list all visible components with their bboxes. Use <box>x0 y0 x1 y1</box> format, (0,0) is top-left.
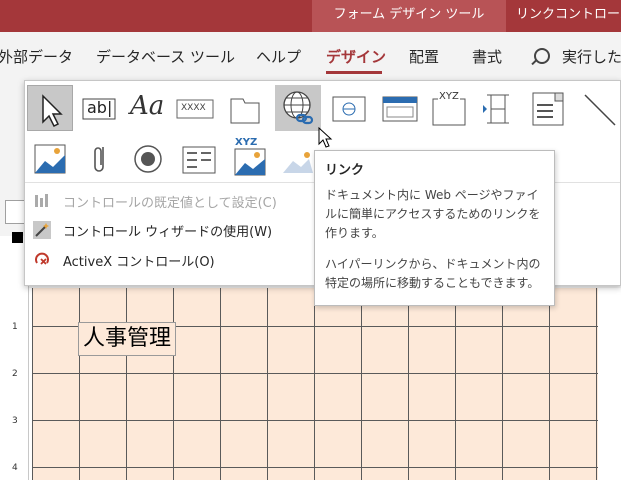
context-tab-form-design-tools[interactable]: フォーム デザイン ツール <box>312 0 506 32</box>
tab-control-icon[interactable] <box>221 85 267 131</box>
title-bar: フォーム デザイン ツール リンクコントロール <box>0 0 621 32</box>
button-icon[interactable]: XXXX <box>171 85 217 131</box>
menu-set-control-defaults[interactable]: コントロールの既定値として設定(C) <box>29 188 319 214</box>
menu-label: コントロール ウィザードの使用(W) <box>63 225 273 240</box>
tooltip-description-2: ハイパーリンクから、ドキュメント内の特定の場所に移動することもできます。 <box>325 257 541 290</box>
tab-help[interactable]: ヘルプ <box>256 46 301 67</box>
list-box-icon[interactable] <box>175 135 221 181</box>
ruler-number: 2 <box>12 369 18 379</box>
combo-box-icon[interactable] <box>525 85 571 131</box>
menu-activex-controls[interactable]: ActiveX コントロール(O) <box>29 247 319 273</box>
tab-database-tools[interactable]: データベース ツール <box>96 46 235 67</box>
search-icon <box>534 48 550 64</box>
option-group-icon[interactable]: XYZ <box>425 85 471 131</box>
hyperlink-tooltip: リンク ドキュメント内に Web ページやファイルに簡単にアクセスするためのリン… <box>314 150 555 306</box>
option-button-icon[interactable] <box>125 135 171 181</box>
mouse-cursor-icon <box>318 127 333 148</box>
ruler-number: 4 <box>12 463 18 473</box>
menu-use-control-wizards[interactable]: コントロール ウィザードの使用(W) <box>29 217 319 243</box>
ribbon-tabs: 外部データ データベース ツール ヘルプ デザイン 配置 書式 実行したい <box>0 32 621 78</box>
context-tab-link-control[interactable]: リンクコントロール <box>506 0 621 32</box>
menu-label: コントロールの既定値として設定(C) <box>63 196 277 211</box>
attachment-icon[interactable] <box>77 135 123 181</box>
set-defaults-icon <box>35 194 48 207</box>
label-icon[interactable]: Aa <box>123 85 169 131</box>
web-browser-icon[interactable] <box>325 85 371 131</box>
tab-design[interactable]: デザイン <box>326 46 386 67</box>
tab-arrange[interactable]: 配置 <box>409 46 439 67</box>
tooltip-title: リンク <box>325 163 365 178</box>
chart-icon[interactable] <box>27 135 73 181</box>
line-icon[interactable] <box>575 85 621 131</box>
active-tab-underline <box>326 71 382 74</box>
page-break-icon[interactable] <box>475 85 521 131</box>
tab-format[interactable]: 書式 <box>472 46 502 67</box>
form-selector[interactable] <box>12 232 23 243</box>
form-right-margin <box>598 288 621 480</box>
form-title-label[interactable]: 人事管理 <box>78 322 177 356</box>
wand-icon <box>33 221 51 239</box>
activex-icon <box>35 252 49 265</box>
tooltip-description: ドキュメント内に Web ページやファイルに簡単にアクセスするためのリンクを作り… <box>325 188 541 240</box>
image-icon[interactable]: XYZ <box>225 135 271 181</box>
menu-label: ActiveX コントロール(O) <box>63 255 215 270</box>
ruler-number: 3 <box>12 416 18 426</box>
hyperlink-icon[interactable] <box>275 85 321 131</box>
textbox-icon[interactable]: ab| <box>75 85 121 131</box>
tell-me-search[interactable]: 実行したい <box>562 46 621 67</box>
select-pointer-icon[interactable] <box>27 85 73 131</box>
form-detail-grid[interactable] <box>32 288 598 480</box>
navigation-icon[interactable] <box>377 85 423 131</box>
ruler-number: 1 <box>12 322 18 332</box>
tab-external-data[interactable]: 外部データ <box>0 46 73 67</box>
